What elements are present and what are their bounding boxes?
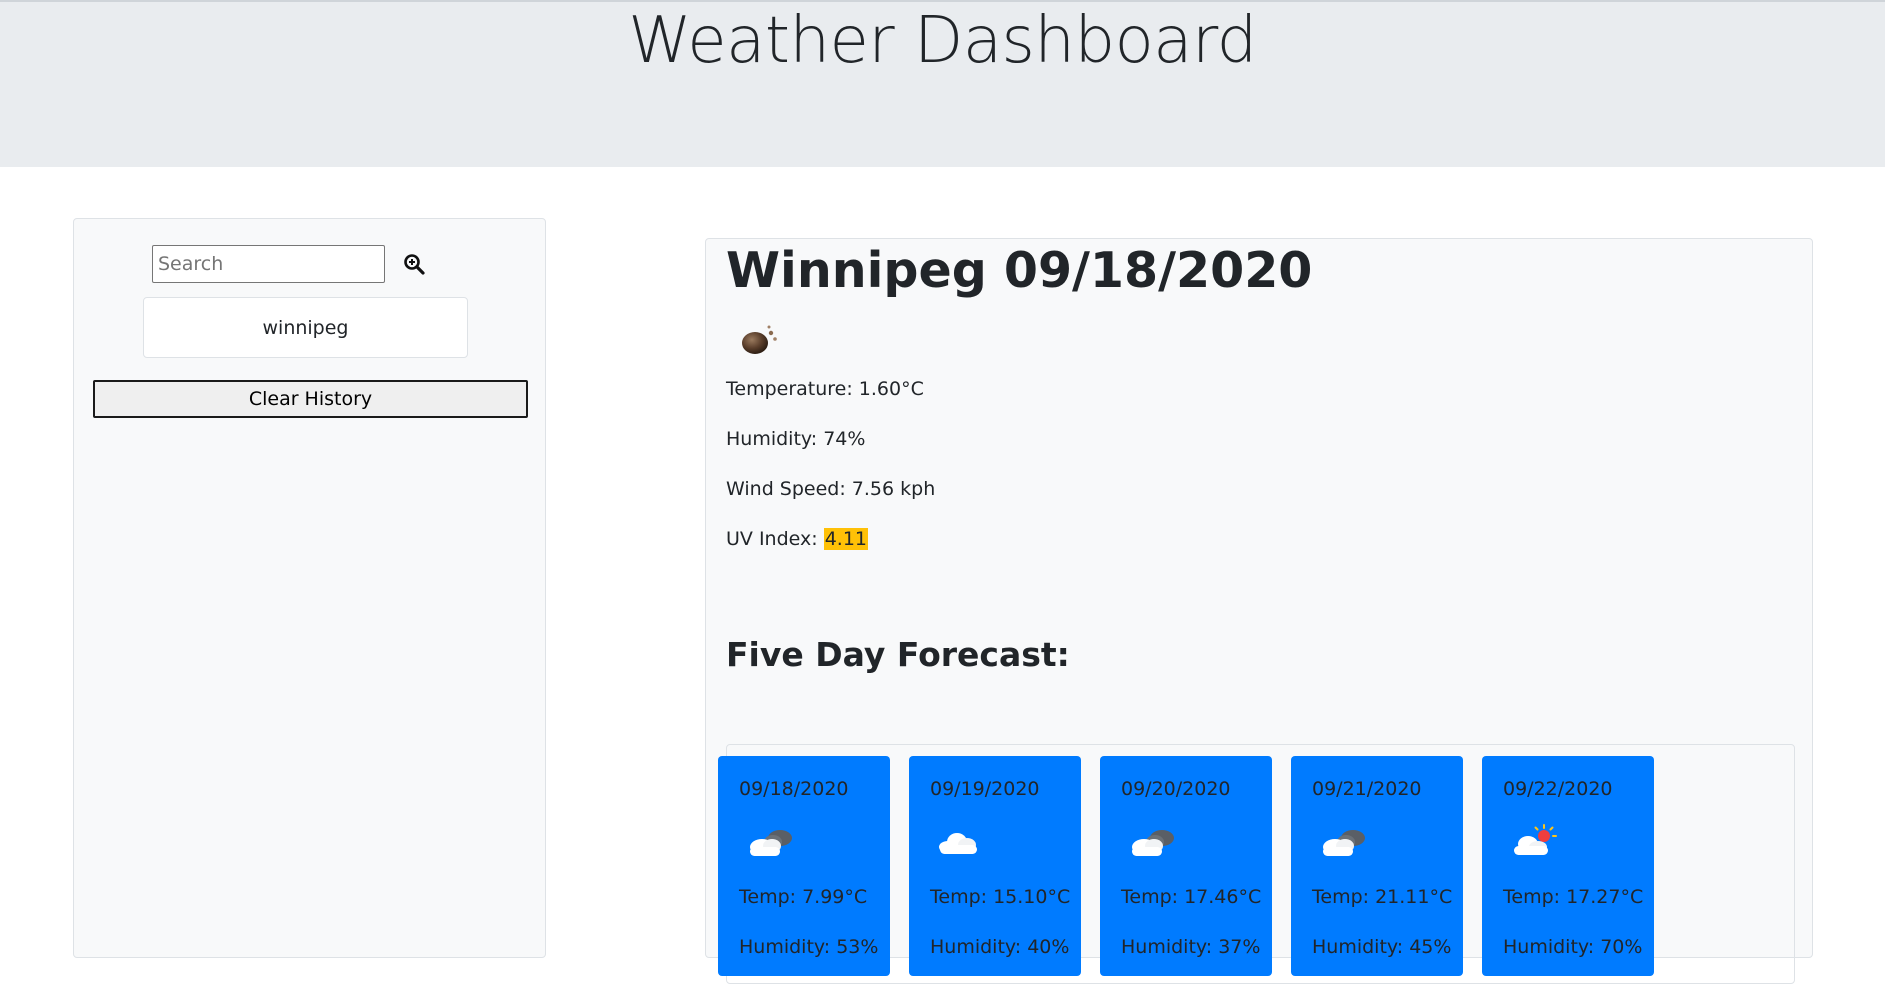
uv-index-badge: 4.11: [823, 528, 869, 550]
zoom-in-icon: [404, 254, 425, 275]
page-title: Weather Dashboard: [628, 4, 1257, 78]
current-weather-card: Winnipeg 09/18/2020 Temperature: 1.60°C …: [705, 238, 1813, 984]
forecast-humidity: Humidity: 37%: [1121, 936, 1261, 958]
forecast-card: 09/21/2020 Temp: 21.11°C Humidity: 45%: [1291, 756, 1463, 976]
forecast-card: 09/18/2020 Temp: 7.99°C Humidity: 53%: [718, 756, 890, 976]
forecast-heading: Five Day Forecast:: [726, 635, 1070, 674]
forecast-temp: Temp: 17.27°C: [1503, 886, 1644, 908]
clear-history-button[interactable]: Clear History: [93, 380, 528, 418]
forecast-card: 09/20/2020 Temp: 17.46°C Humidity: 37%: [1100, 756, 1272, 976]
history-item-winnipeg[interactable]: winnipeg: [143, 297, 468, 358]
forecast-card: 09/22/2020 Temp: 17.27°C Humidity: 70%: [1482, 756, 1654, 976]
forecast-temp: Temp: 21.11°C: [1312, 886, 1453, 908]
humidity-text: Humidity: 74%: [726, 428, 866, 450]
forecast-date: 09/20/2020: [1121, 778, 1231, 800]
search-input[interactable]: [152, 245, 385, 283]
search-button[interactable]: [399, 249, 429, 279]
forecast-temp: Temp: 17.46°C: [1121, 886, 1262, 908]
forecast-date: 09/22/2020: [1503, 778, 1613, 800]
forecast-date: 09/18/2020: [739, 778, 849, 800]
forecast-humidity: Humidity: 40%: [930, 936, 1070, 958]
temperature-text: Temperature: 1.60°C: [726, 378, 924, 400]
cloud-dark-icon: [750, 830, 792, 856]
city-date-title: Winnipeg 09/18/2020: [726, 242, 1313, 299]
header-banner: Weather Dashboard: [0, 0, 1885, 167]
uv-index-row: UV Index: 4.11: [726, 526, 869, 552]
cloud-icon: [939, 833, 977, 854]
forecast-humidity: Humidity: 70%: [1503, 936, 1643, 958]
new-moon-icon: [742, 325, 777, 354]
uv-index-label: UV Index:: [726, 528, 824, 550]
cloud-sun-icon: [1514, 824, 1557, 855]
forecast-humidity: Humidity: 45%: [1312, 936, 1452, 958]
forecast-temp: Temp: 7.99°C: [739, 886, 868, 908]
forecast-date: 09/21/2020: [1312, 778, 1422, 800]
wind-speed-text: Wind Speed: 7.56 kph: [726, 478, 936, 500]
cloud-dark-icon: [1132, 830, 1174, 856]
forecast-humidity: Humidity: 53%: [739, 936, 879, 958]
forecast-date: 09/19/2020: [930, 778, 1040, 800]
search-sidebar: winnipeg Clear History: [73, 218, 546, 958]
forecast-temp: Temp: 15.10°C: [930, 886, 1071, 908]
cloud-dark-icon: [1323, 830, 1365, 856]
forecast-card: 09/19/2020 Temp: 15.10°C Humidity: 40%: [909, 756, 1081, 976]
